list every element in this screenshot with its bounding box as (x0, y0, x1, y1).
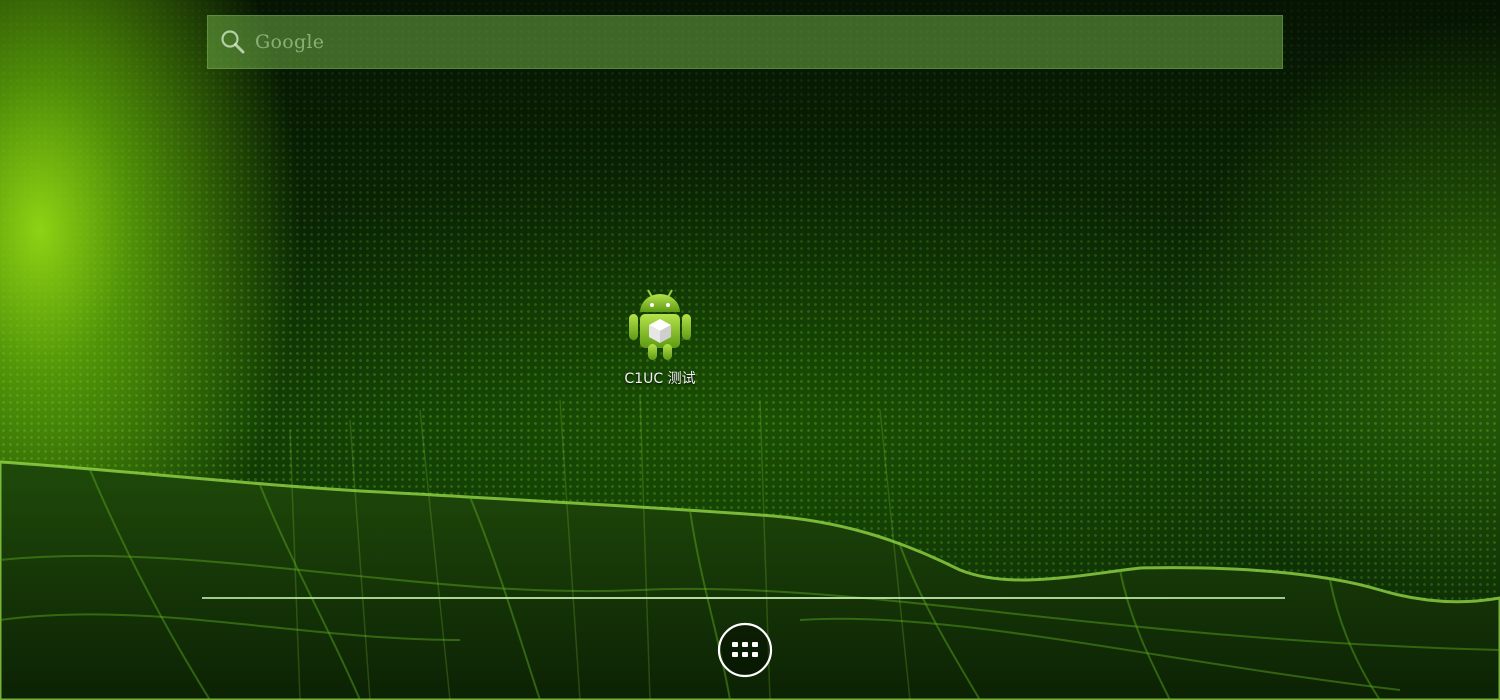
dock-divider (202, 597, 1285, 599)
google-search-bar[interactable]: Google (207, 15, 1283, 69)
android-app-icon (629, 289, 691, 360)
app-label: C1UC 测试 (624, 371, 696, 387)
all-apps-button[interactable] (717, 622, 773, 678)
search-icon (221, 30, 245, 54)
app-shortcut-c1uc[interactable]: C1UC 测试 (600, 284, 720, 394)
search-placeholder: Google (255, 31, 325, 53)
home-screen: Google C1UC 测试 (0, 0, 1500, 700)
wallpaper-leaf (0, 394, 1500, 700)
